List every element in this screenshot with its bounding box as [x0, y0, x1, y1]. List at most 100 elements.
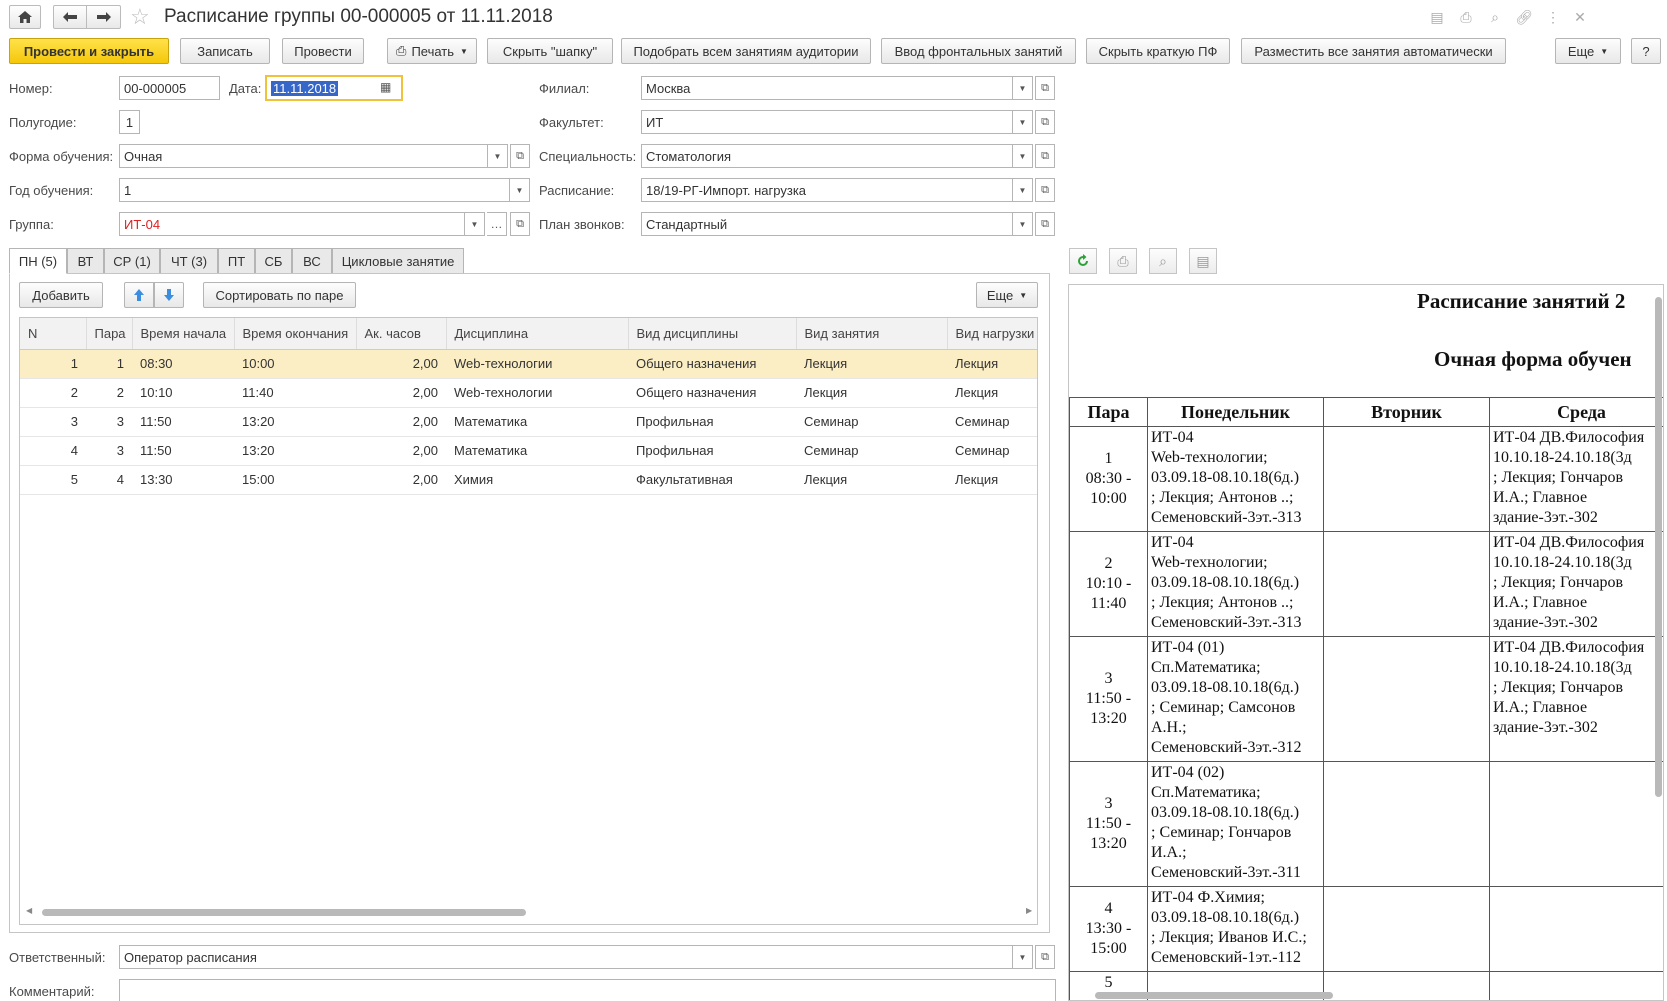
tab-tuesday[interactable]: ВТ [67, 248, 104, 274]
eduform-dropdown[interactable]: ▼ [488, 144, 508, 168]
schedule-dropdown[interactable]: ▼ [1013, 178, 1033, 202]
cell: 2,00 [356, 436, 446, 466]
open-icon: ⧉ [516, 217, 524, 230]
tab-thursday[interactable]: ЧТ (3) [160, 248, 218, 274]
bells-dropdown[interactable]: ▼ [1013, 212, 1033, 236]
chevron-down-icon: ▼ [515, 185, 524, 195]
column-header[interactable]: Вид дисциплины [628, 318, 797, 350]
move-down-button[interactable] [154, 282, 184, 308]
year-dropdown[interactable]: ▼ [510, 178, 530, 202]
halfyear-field[interactable]: 1 [119, 110, 140, 134]
comment-field[interactable] [119, 979, 1056, 1001]
responsible-field[interactable]: Оператор расписания [119, 945, 1013, 969]
faculty-field[interactable]: ИТ [641, 110, 1013, 134]
group-select[interactable]: … [487, 212, 507, 236]
preview-pair-cell: 1 08:30 -10:00 [1069, 426, 1148, 532]
preview-save-button[interactable]: ▤ [1189, 248, 1217, 274]
help-button[interactable]: ? [1631, 38, 1661, 64]
open-icon: ⧉ [516, 149, 524, 162]
specialty-dropdown[interactable]: ▼ [1013, 144, 1033, 168]
column-header[interactable]: Дисциплина [446, 318, 629, 350]
save-button[interactable]: Записать [180, 38, 270, 64]
hide-short-pf-button[interactable]: Скрыть краткую ПФ [1086, 38, 1230, 64]
home-button[interactable] [9, 5, 41, 29]
preview-view-button[interactable]: ⌕ [1149, 248, 1177, 274]
move-up-button[interactable] [124, 282, 154, 308]
cell: 13:20 [234, 436, 356, 466]
bells-field[interactable]: Стандартный [641, 212, 1013, 236]
table-row[interactable]: 5 4 13:30 15:00 2,00 Химия Факультативна… [20, 465, 1037, 495]
grid-horizontal-scrollbar[interactable] [42, 909, 526, 916]
branch-open[interactable]: ⧉ [1035, 76, 1055, 100]
tab-wednesday[interactable]: СР (1) [104, 248, 160, 274]
preview-horizontal-scrollbar[interactable] [1095, 992, 1333, 999]
group-field[interactable]: ИТ-04 [119, 212, 465, 236]
tab-saturday[interactable]: СБ [255, 248, 292, 274]
pick-rooms-button[interactable]: Подобрать всем занятиям аудитории [621, 38, 871, 64]
faculty-open[interactable]: ⧉ [1035, 110, 1055, 134]
post-button[interactable]: Провести [282, 38, 364, 64]
preview-vertical-scrollbar[interactable] [1655, 297, 1662, 797]
favorite-star-icon[interactable]: ☆ [130, 4, 150, 30]
faculty-dropdown[interactable]: ▼ [1013, 110, 1033, 134]
hide-header-button[interactable]: Скрыть "шапку" [487, 38, 613, 64]
eduform-open[interactable]: ⧉ [510, 144, 530, 168]
column-header[interactable]: Вид занятия [796, 318, 948, 350]
preview-icon[interactable]: ⌕ [1486, 8, 1504, 26]
tab-sunday[interactable]: ВС [292, 248, 332, 274]
specialty-open[interactable]: ⧉ [1035, 144, 1055, 168]
auto-place-button[interactable]: Разместить все занятия автоматически [1241, 38, 1506, 64]
specialty-field[interactable]: Стоматология [641, 144, 1013, 168]
preview-print-button[interactable]: ⎙ [1109, 248, 1137, 274]
close-icon[interactable]: ✕ [1571, 8, 1589, 26]
branch-field[interactable]: Москва [641, 76, 1013, 100]
year-field[interactable]: 1 [119, 178, 510, 202]
post-and-close-button[interactable]: Провести и закрыть [9, 38, 169, 64]
table-row[interactable]: 3 3 11:50 13:20 2,00 Математика Профильн… [20, 407, 1037, 437]
chevron-down-icon: ▼ [1018, 185, 1027, 195]
scroll-left-icon[interactable]: ◀ [26, 906, 32, 915]
refresh-button[interactable] [1069, 248, 1097, 274]
column-header[interactable]: Время окончания [234, 318, 357, 350]
group-dropdown[interactable]: ▼ [465, 212, 485, 236]
column-header[interactable]: Пара [86, 318, 133, 350]
responsible-open[interactable]: ⧉ [1035, 945, 1055, 969]
tab-cyclic[interactable]: Цикловые занятие [332, 248, 464, 274]
group-label: Группа: [9, 217, 54, 232]
printer-icon[interactable]: ⎙ [1457, 8, 1475, 26]
preview-title: Расписание занятий 2 [1417, 289, 1626, 313]
more-vertical-icon[interactable]: ⋮ [1544, 8, 1562, 26]
tab-friday[interactable]: ПТ [218, 248, 255, 274]
save-doc-icon[interactable]: ▤ [1428, 8, 1446, 26]
column-header[interactable]: Вид нагрузки [947, 318, 1037, 350]
preview-pair-cell: 3 11:50 -13:20 [1069, 636, 1148, 762]
calendar-icon[interactable]: ▦ [380, 80, 391, 94]
add-button[interactable]: Добавить [19, 282, 103, 308]
cell: Web-технологии [446, 378, 628, 408]
table-more-button[interactable]: Еще ▼ [976, 282, 1038, 308]
print-button[interactable]: ⎙ Печать ▼ [387, 38, 477, 64]
bells-open[interactable]: ⧉ [1035, 212, 1055, 236]
branch-dropdown[interactable]: ▼ [1013, 76, 1033, 100]
sort-by-pair-button[interactable]: Сортировать по паре [203, 282, 356, 308]
eduform-field[interactable]: Очная [119, 144, 488, 168]
column-header[interactable]: Ак. часов [356, 318, 447, 350]
back-button[interactable] [53, 5, 87, 29]
group-open[interactable]: ⧉ [510, 212, 530, 236]
table-row[interactable]: 2 2 10:10 11:40 2,00 Web-технологии Обще… [20, 378, 1037, 408]
frontal-lessons-button[interactable]: Ввод фронтальных занятий [881, 38, 1076, 64]
schedule-field[interactable]: 18/19-РГ-Импорт. нагрузка [641, 178, 1013, 202]
forward-button[interactable] [87, 5, 121, 29]
schedule-open[interactable]: ⧉ [1035, 178, 1055, 202]
link-icon[interactable]: 🔗︎ [1515, 8, 1533, 26]
tab-monday[interactable]: ПН (5) [9, 248, 67, 274]
table-row[interactable]: 1 1 08:30 10:00 2,00 Web-технологии Обще… [20, 349, 1037, 379]
more-button[interactable]: Еще ▼ [1555, 38, 1621, 64]
column-header[interactable]: N [20, 318, 87, 350]
column-header[interactable]: Время начала [132, 318, 235, 350]
scroll-right-icon[interactable]: ▶ [1026, 906, 1032, 915]
number-field[interactable]: 00-000005 [119, 76, 220, 100]
printer-icon: ⎙ [396, 43, 407, 58]
table-row[interactable]: 4 3 11:50 13:20 2,00 Математика Профильн… [20, 436, 1037, 466]
responsible-dropdown[interactable]: ▼ [1013, 945, 1033, 969]
